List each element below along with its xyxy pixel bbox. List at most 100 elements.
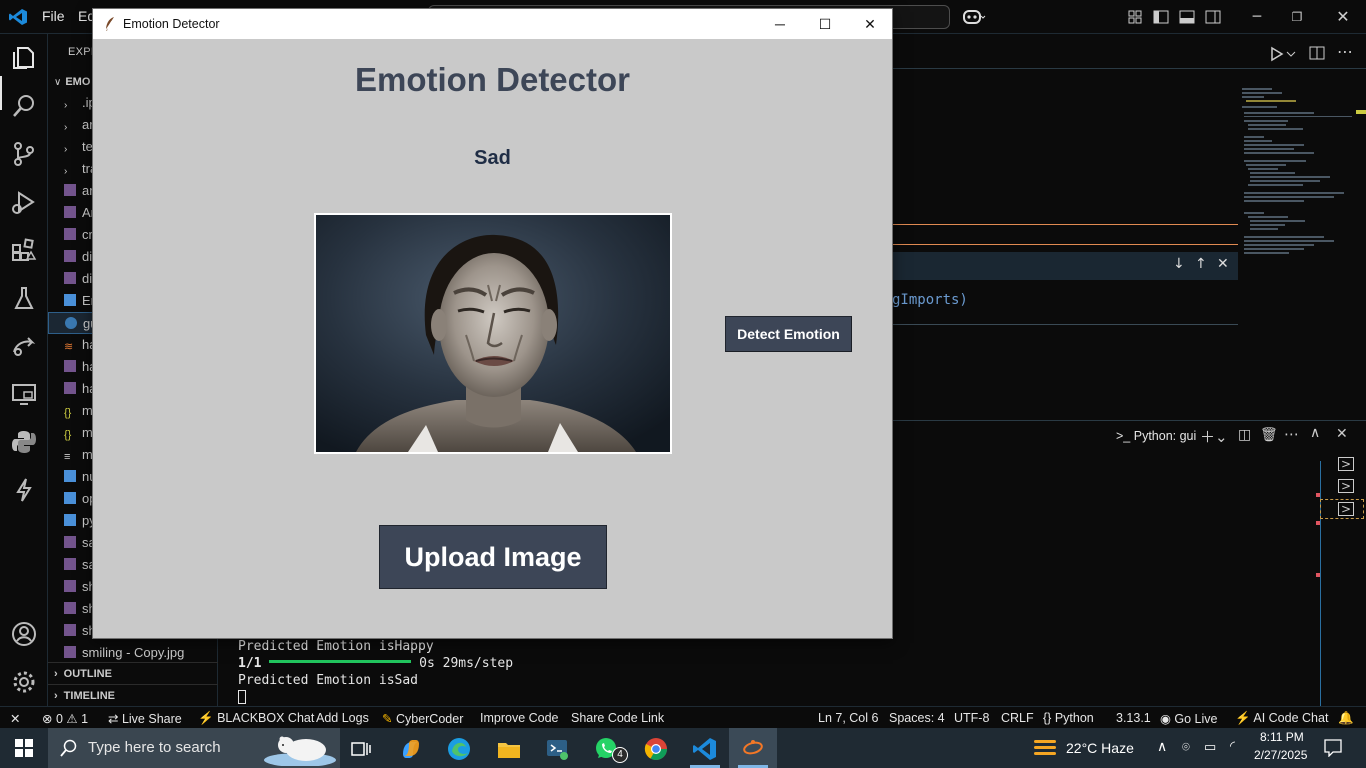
arrow-down-icon[interactable]: ↓ [1173, 256, 1185, 272]
problems-status[interactable]: ⊗ 0 ⚠ 1 [42, 711, 88, 726]
window-titlebar[interactable]: Emotion Detector ─ ☐ ✕ [93, 9, 892, 39]
toggle-sidebar-icon[interactable] [1153, 10, 1169, 24]
meet-now-icon[interactable]: ⌾ [1182, 739, 1190, 755]
terminal-cursor [238, 690, 246, 704]
powershell-icon[interactable] [544, 736, 570, 762]
search-icon [60, 739, 77, 757]
improve-code-status[interactable]: Improve Code [480, 711, 559, 725]
wifi-icon[interactable]: ◜ [1230, 738, 1235, 754]
layout-customize-icon[interactable] [1128, 10, 1142, 24]
restore-icon[interactable]: ❐ [1288, 8, 1306, 26]
taskbar: Type here to search 4 22°C Haze ∧ ⌾ ▭ ◜ … [0, 728, 1366, 768]
toggle-secondary-sidebar-icon[interactable] [1205, 10, 1221, 24]
copilot-icon[interactable] [962, 8, 986, 26]
highlight-line [893, 244, 1238, 245]
terminal-instance-icon[interactable]: > [1338, 457, 1355, 471]
tree-file[interactable]: smiling - Copy.jpg [48, 642, 218, 664]
arrow-up-icon[interactable]: ↑ [1195, 256, 1207, 272]
detect-emotion-button[interactable]: Detect Emotion [725, 316, 852, 352]
minimize-icon[interactable]: ─ [1248, 8, 1266, 26]
terminal-tab[interactable]: >_ Python: gui [1116, 429, 1196, 443]
encoding[interactable]: UTF-8 [954, 711, 989, 725]
close-icon[interactable]: ✕ [1334, 8, 1352, 26]
terminal-progress: 1/1 0s 29ms/step [238, 656, 514, 671]
blackbox-chat-status[interactable]: ⚡ BLACKBOX Chat [198, 711, 314, 726]
clock-date[interactable]: 2/27/2025 [1254, 748, 1307, 762]
python-version[interactable]: 3.13.1 [1116, 711, 1151, 725]
terminal-instance-icon[interactable]: > [1338, 479, 1355, 493]
windows-start-icon[interactable] [15, 739, 33, 757]
kill-terminal-icon[interactable]: 🗑 [1260, 427, 1278, 443]
window-minimize-button[interactable]: ─ [757, 9, 803, 39]
maximize-panel-icon[interactable]: ∧ [1310, 425, 1320, 441]
new-terminal-icon[interactable]: ＋⌄ [1200, 426, 1228, 447]
battery-icon[interactable]: ▭ [1204, 739, 1216, 755]
marker [1316, 493, 1320, 497]
settings-gear-icon[interactable] [10, 668, 38, 696]
live-share-icon[interactable] [10, 332, 38, 360]
line-endings[interactable]: CRLF [1001, 711, 1034, 725]
ai-code-chat-status[interactable]: ⚡ AI Code Chat [1235, 711, 1328, 726]
file-explorer-icon[interactable] [496, 736, 522, 762]
scroll-marker [1356, 110, 1366, 114]
testing-flask-icon[interactable] [10, 284, 38, 312]
run-python-icon[interactable] [1270, 46, 1298, 62]
tray-chevron-icon[interactable]: ∧ [1157, 738, 1167, 755]
window-title: Emotion Detector [123, 17, 220, 31]
blackbox-icon[interactable] [10, 476, 38, 504]
outline-section[interactable]: › OUTLINE [48, 662, 218, 684]
cybercoder-status[interactable]: ✎ CyberCoder [382, 711, 463, 726]
indentation[interactable]: Spaces: 4 [889, 711, 945, 725]
copilot-app-icon[interactable] [398, 736, 424, 762]
source-control-icon[interactable] [10, 140, 38, 168]
accounts-icon[interactable] [10, 620, 38, 648]
python-app-taskbar-active[interactable] [729, 728, 777, 768]
whatsapp-badge: 4 [612, 747, 628, 763]
notification-center-icon[interactable] [1324, 739, 1342, 757]
clock-time[interactable]: 8:11 PM [1260, 730, 1304, 744]
live-share-status[interactable]: ⇄ Live Share [108, 711, 182, 726]
share-code-link-status[interactable]: Share Code Link [571, 711, 664, 725]
terminal-instance-icon: > [1338, 502, 1355, 516]
chrome-icon[interactable] [643, 736, 669, 762]
split-terminal-icon[interactable]: ◫ [1238, 427, 1251, 443]
vscode-taskbar-icon[interactable] [692, 736, 718, 762]
terminal-instance-active[interactable]: > [1320, 499, 1364, 519]
emotion-detector-window: Emotion Detector ─ ☐ ✕ Emotion Detector … [92, 8, 893, 639]
timeline-section[interactable]: › TIMELINE [48, 684, 218, 706]
code-divider [893, 324, 1238, 325]
terminal-more-icon[interactable]: ⋯ [1284, 425, 1299, 443]
task-view-icon[interactable] [348, 736, 374, 762]
language-mode[interactable]: {} Python [1043, 711, 1094, 725]
minimap[interactable] [1240, 86, 1352, 266]
close-find-icon[interactable]: ✕ [1217, 256, 1229, 272]
split-editor-icon[interactable] [1309, 46, 1325, 60]
find-widget: ↓ ↑ ✕ [893, 252, 1238, 280]
window-close-button[interactable]: ✕ [847, 9, 893, 39]
notifications-bell-icon[interactable]: 🔔 [1338, 711, 1354, 726]
window-maximize-button[interactable]: ☐ [802, 9, 848, 39]
upload-image-button[interactable]: Upload Image [379, 525, 607, 589]
extensions-icon[interactable] [10, 236, 38, 264]
search-placeholder: Type here to search [88, 739, 221, 756]
weather-icon [1034, 740, 1056, 755]
terminal-line: Predicted Emotion isHappy [238, 639, 434, 654]
taskbar-search[interactable]: Type here to search [48, 728, 340, 768]
run-debug-icon[interactable] [10, 188, 38, 216]
menu-file[interactable]: File [42, 8, 65, 24]
remote-icon[interactable]: ✕ [10, 711, 20, 726]
highlight-line [893, 224, 1238, 225]
search-icon[interactable] [10, 92, 38, 120]
remote-explorer-icon[interactable] [10, 380, 38, 408]
cursor-position[interactable]: Ln 7, Col 6 [818, 711, 878, 725]
edge-browser-icon[interactable] [446, 736, 472, 762]
weather-text[interactable]: 22°C Haze [1066, 740, 1134, 756]
close-panel-icon[interactable]: ✕ [1336, 426, 1348, 442]
more-actions-icon[interactable]: ⋯ [1337, 42, 1353, 61]
explorer-icon[interactable] [10, 44, 38, 72]
toggle-panel-icon[interactable] [1179, 10, 1195, 24]
add-logs-status[interactable]: Add Logs [316, 711, 369, 725]
go-live-status[interactable]: ◉ Go Live [1160, 711, 1217, 726]
python-icon[interactable] [10, 428, 38, 456]
tk-feather-icon [743, 740, 763, 755]
